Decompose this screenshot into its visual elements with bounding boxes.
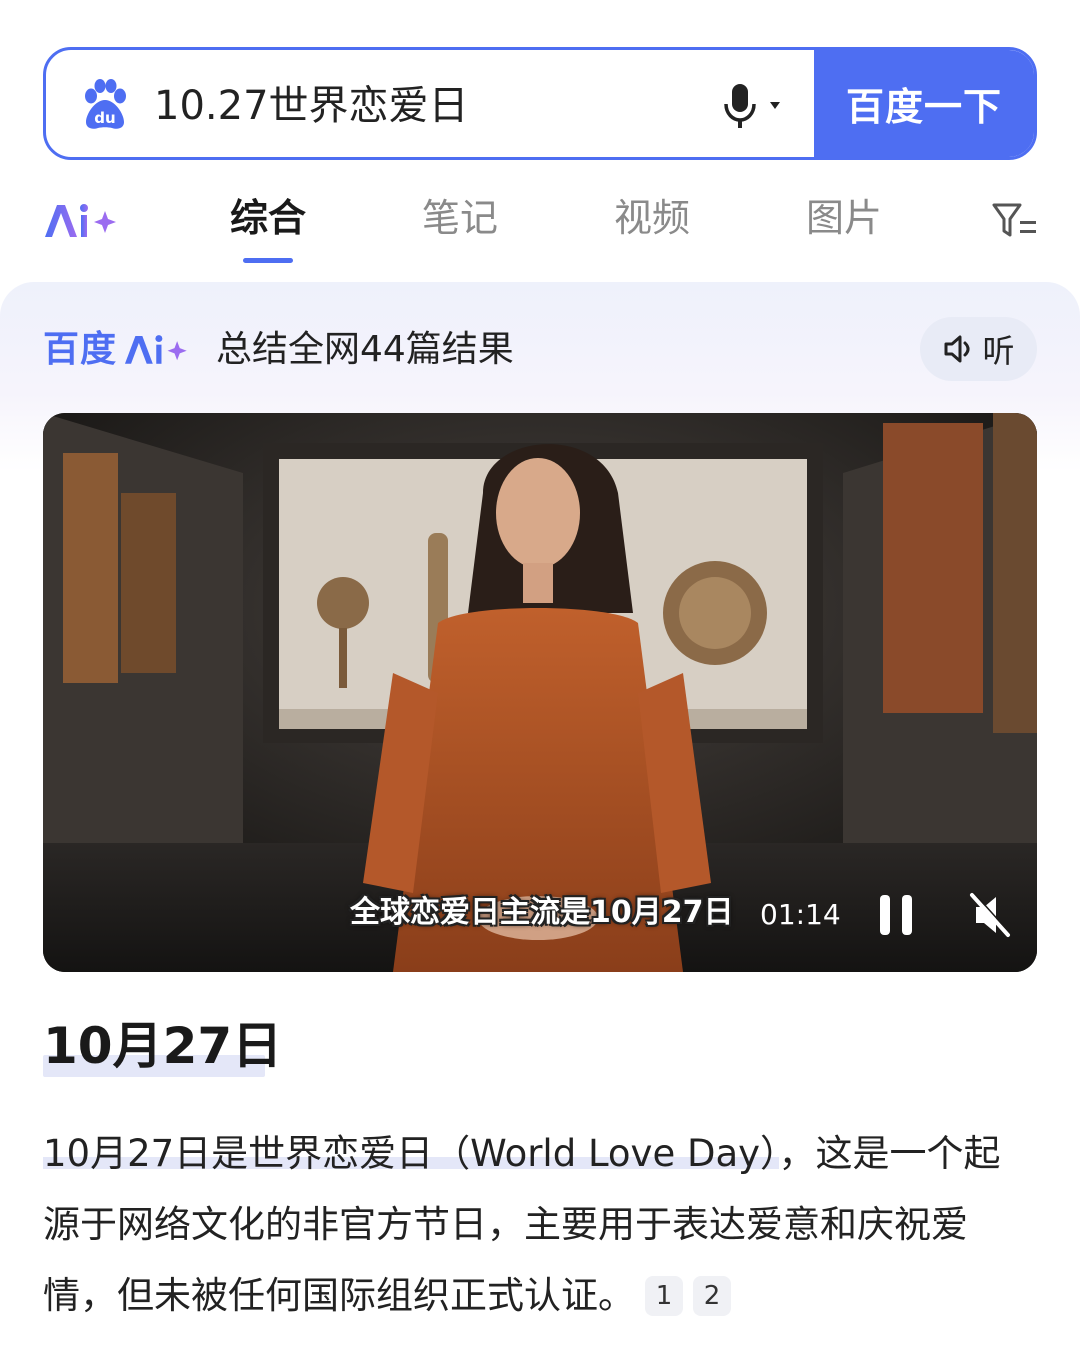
video-time: 01:14	[760, 898, 841, 931]
search-button[interactable]: 百度一下	[814, 50, 1034, 157]
search-query-text[interactable]: 10.27世界恋爱日	[154, 78, 469, 134]
svg-text:du: du	[94, 109, 115, 127]
search-bar[interactable]: du 10.27世界恋爱日 百度一下	[43, 47, 1037, 160]
reference-badge-1[interactable]: 1	[645, 1276, 683, 1316]
answer-title-block: 10月27日	[43, 1015, 286, 1077]
answer-highlight: 10月27日是世界恋爱日（World Love Day）	[43, 1132, 779, 1175]
video-player[interactable]: 全球恋爱日主流是10月27日 01:14	[43, 413, 1037, 972]
pause-icon[interactable]	[878, 893, 914, 937]
video-frame-image	[43, 413, 1037, 972]
reference-badge-2[interactable]: 2	[693, 1276, 731, 1316]
listen-label: 听	[982, 332, 1015, 370]
search-tabs: 综合 笔记 视频 图片	[0, 185, 1080, 275]
answer-body: 10月27日是世界恋爱日（World Love Day），这是一个起源于网络文化…	[43, 1118, 1037, 1331]
listen-button[interactable]: 听	[920, 317, 1037, 381]
muted-speaker-icon[interactable]	[968, 891, 1012, 939]
brand-name: 百度	[43, 329, 118, 370]
tab-images[interactable]: 图片	[789, 193, 899, 243]
video-subtitle: 全球恋爱日主流是10月27日	[350, 895, 734, 930]
microphone-dropdown-icon[interactable]	[722, 82, 794, 130]
ai-plus-icon[interactable]	[43, 197, 123, 243]
baidu-paw-logo-icon: du	[85, 79, 126, 129]
ai-plus-icon	[124, 335, 187, 364]
filter-icon[interactable]	[990, 199, 1040, 243]
tab-general[interactable]: 综合	[213, 193, 323, 243]
answer-title: 10月27日	[43, 1017, 283, 1075]
speaker-icon	[944, 335, 970, 363]
summary-caption: 总结全网44篇结果	[216, 329, 514, 370]
active-tab-indicator	[243, 258, 293, 263]
tab-notes[interactable]: 笔记	[405, 193, 515, 243]
baidu-ai-brand: 百度	[43, 326, 199, 374]
tab-video[interactable]: 视频	[597, 193, 707, 243]
